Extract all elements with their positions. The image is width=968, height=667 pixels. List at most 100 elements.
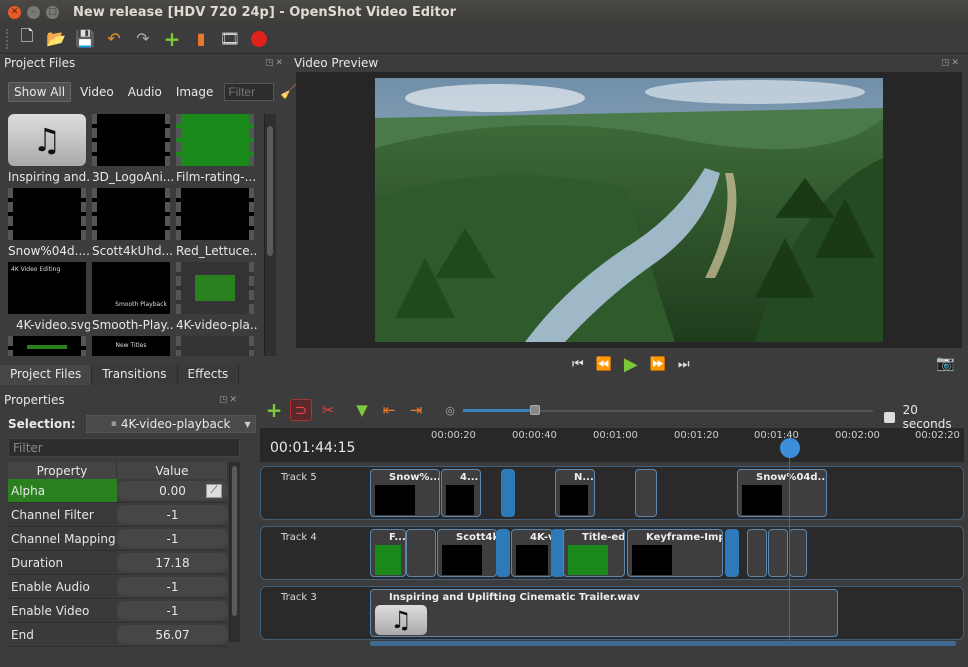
- track-4[interactable]: Track 4 F... Scott4k 4K-vide Title-edit.…: [260, 526, 964, 580]
- track-3[interactable]: Track 3 Inspiring and Uplifting Cinemati…: [260, 586, 964, 640]
- maximize-window-button[interactable]: □: [46, 5, 59, 19]
- file-item[interactable]: 3D_LogoAni...: [92, 114, 174, 184]
- properties-scrollbar[interactable]: [229, 462, 240, 642]
- file-item[interactable]: [176, 336, 258, 356]
- timeline-clip[interactable]: [789, 529, 807, 577]
- record-icon[interactable]: [248, 28, 270, 50]
- jump-to-end-icon[interactable]: ⏭: [678, 357, 690, 372]
- add-marker-icon[interactable]: ▼: [351, 399, 373, 421]
- minimize-window-button[interactable]: –: [27, 5, 40, 19]
- timeline-clip[interactable]: N...: [555, 469, 595, 517]
- filter-video-button[interactable]: Video: [75, 83, 119, 101]
- timeline-clip[interactable]: [768, 529, 788, 577]
- file-item[interactable]: ♫ Inspiring and...: [8, 114, 90, 184]
- dock-float-close-icon[interactable]: ◳✕: [219, 395, 242, 405]
- property-value[interactable]: -1: [117, 529, 228, 548]
- property-value[interactable]: 0.00 ⟋: [117, 481, 228, 500]
- audio-clip[interactable]: Inspiring and Uplifting Cinematic Traile…: [370, 589, 838, 637]
- column-header-property[interactable]: Property: [8, 462, 117, 479]
- timeline-horizontal-scrollbar[interactable]: [370, 641, 956, 646]
- table-row[interactable]: Duration 17.18: [8, 551, 228, 575]
- tab-effects[interactable]: Effects: [177, 365, 240, 385]
- undo-icon[interactable]: ↶: [103, 28, 125, 50]
- property-value[interactable]: -1: [117, 505, 228, 524]
- file-item[interactable]: Red_Lettuce....: [176, 188, 258, 258]
- property-value[interactable]: 17.18: [117, 553, 228, 572]
- redo-icon[interactable]: ↷: [132, 28, 154, 50]
- playhead-handle[interactable]: [780, 438, 800, 458]
- rewind-icon[interactable]: ⏪: [596, 357, 612, 372]
- timeline-clip[interactable]: [747, 529, 767, 577]
- transition-clip[interactable]: [501, 469, 515, 517]
- filter-show-all-button[interactable]: Show All: [8, 82, 72, 102]
- property-value[interactable]: 56.07: [117, 625, 228, 644]
- chevron-down-icon: ▼: [244, 419, 251, 429]
- file-item[interactable]: Film-rating-...: [176, 114, 258, 184]
- file-item[interactable]: 4K-video-pla...: [176, 262, 258, 332]
- tab-project-files[interactable]: Project Files: [0, 365, 93, 385]
- close-window-button[interactable]: ✕: [8, 5, 21, 19]
- open-project-icon[interactable]: 📂: [45, 28, 67, 50]
- timeline-clip[interactable]: [406, 529, 436, 577]
- selection-dropdown[interactable]: ▪ 4K-video-playback ▼: [85, 415, 256, 433]
- clip-title: F...: [389, 532, 406, 543]
- file-item[interactable]: Smooth Playback Smooth-Play...: [92, 262, 174, 332]
- table-row[interactable]: Channel Filter -1: [8, 503, 228, 527]
- property-value[interactable]: -1: [117, 601, 228, 620]
- import-files-icon[interactable]: +: [161, 27, 183, 51]
- property-value[interactable]: -1: [117, 577, 228, 596]
- timeline-clip[interactable]: Title-edit...: [563, 529, 625, 577]
- tab-transitions[interactable]: Transitions: [92, 365, 178, 385]
- filter-audio-button[interactable]: Audio: [123, 83, 167, 101]
- timeline-clip[interactable]: 4...: [441, 469, 481, 517]
- project-files-scrollbar[interactable]: [264, 114, 276, 356]
- column-header-value[interactable]: Value: [117, 462, 228, 479]
- play-icon[interactable]: ▶: [624, 354, 638, 375]
- project-files-grid: ♫ Inspiring and... 3D_LogoAni... Film-ra…: [8, 114, 262, 356]
- selection-row: Selection: ▪ 4K-video-playback ▼: [8, 415, 256, 433]
- filter-image-button[interactable]: Image: [171, 83, 219, 101]
- timeline-clip[interactable]: F...: [370, 529, 406, 577]
- table-row[interactable]: Enable Audio -1: [8, 575, 228, 599]
- previous-marker-icon[interactable]: ⇤: [378, 399, 400, 421]
- dock-float-close-icon[interactable]: ◳✕: [941, 58, 964, 68]
- fast-forward-icon[interactable]: ⏩: [650, 357, 666, 372]
- file-item[interactable]: [8, 336, 90, 356]
- timeline-clip[interactable]: Snow%...: [370, 469, 440, 517]
- table-row[interactable]: Enable Video -1: [8, 599, 228, 623]
- center-timeline-icon[interactable]: ◎: [439, 399, 461, 421]
- timeline-clip[interactable]: Scott4k: [437, 529, 497, 577]
- file-item[interactable]: Scott4kUhd...: [92, 188, 174, 258]
- profile-icon[interactable]: ▮: [190, 28, 212, 50]
- jump-to-start-icon[interactable]: ⏮: [572, 357, 584, 372]
- dock-float-close-icon[interactable]: ◳✕: [265, 58, 288, 68]
- zoom-slider-handle[interactable]: [530, 405, 540, 415]
- timeline-clip[interactable]: Keyframe-Improv: [627, 529, 723, 577]
- project-files-filter-input[interactable]: [224, 83, 275, 101]
- toolbar-grip[interactable]: [6, 28, 10, 49]
- file-item[interactable]: New Titles: [92, 336, 174, 356]
- table-row[interactable]: Alpha 0.00 ⟋: [8, 479, 228, 503]
- save-project-icon[interactable]: 💾: [74, 28, 96, 50]
- transition-clip[interactable]: [725, 529, 739, 577]
- table-row[interactable]: End 56.07: [8, 623, 228, 647]
- new-project-icon[interactable]: 🗋: [16, 26, 38, 50]
- keyframe-curve-icon[interactable]: ⟋: [206, 483, 222, 498]
- project-files-scroll-thumb[interactable]: [267, 126, 273, 256]
- razor-icon[interactable]: ✂: [317, 399, 339, 421]
- timeline-clip[interactable]: Snow%04d...: [737, 469, 827, 517]
- snap-magnet-icon[interactable]: ⊃: [290, 399, 312, 421]
- add-track-icon[interactable]: +: [263, 398, 285, 422]
- track-5[interactable]: Track 5 Snow%... 4... N... Snow%04d...: [260, 466, 964, 520]
- timeline-clip[interactable]: [635, 469, 657, 517]
- file-item[interactable]: Snow%04d....: [8, 188, 90, 258]
- file-item[interactable]: 4K Video Editing 4K-video.svg: [8, 262, 90, 332]
- table-row[interactable]: Channel Mapping -1: [8, 527, 228, 551]
- properties-filter-input[interactable]: Filter: [8, 438, 240, 457]
- timeline-clip[interactable]: 4K-vide: [511, 529, 553, 577]
- next-marker-icon[interactable]: ⇥: [405, 399, 427, 421]
- properties-scroll-thumb[interactable]: [232, 466, 237, 616]
- export-icon[interactable]: 🎞: [219, 28, 241, 50]
- camera-icon[interactable]: 📷: [936, 354, 955, 372]
- transition-clip[interactable]: [496, 529, 510, 577]
